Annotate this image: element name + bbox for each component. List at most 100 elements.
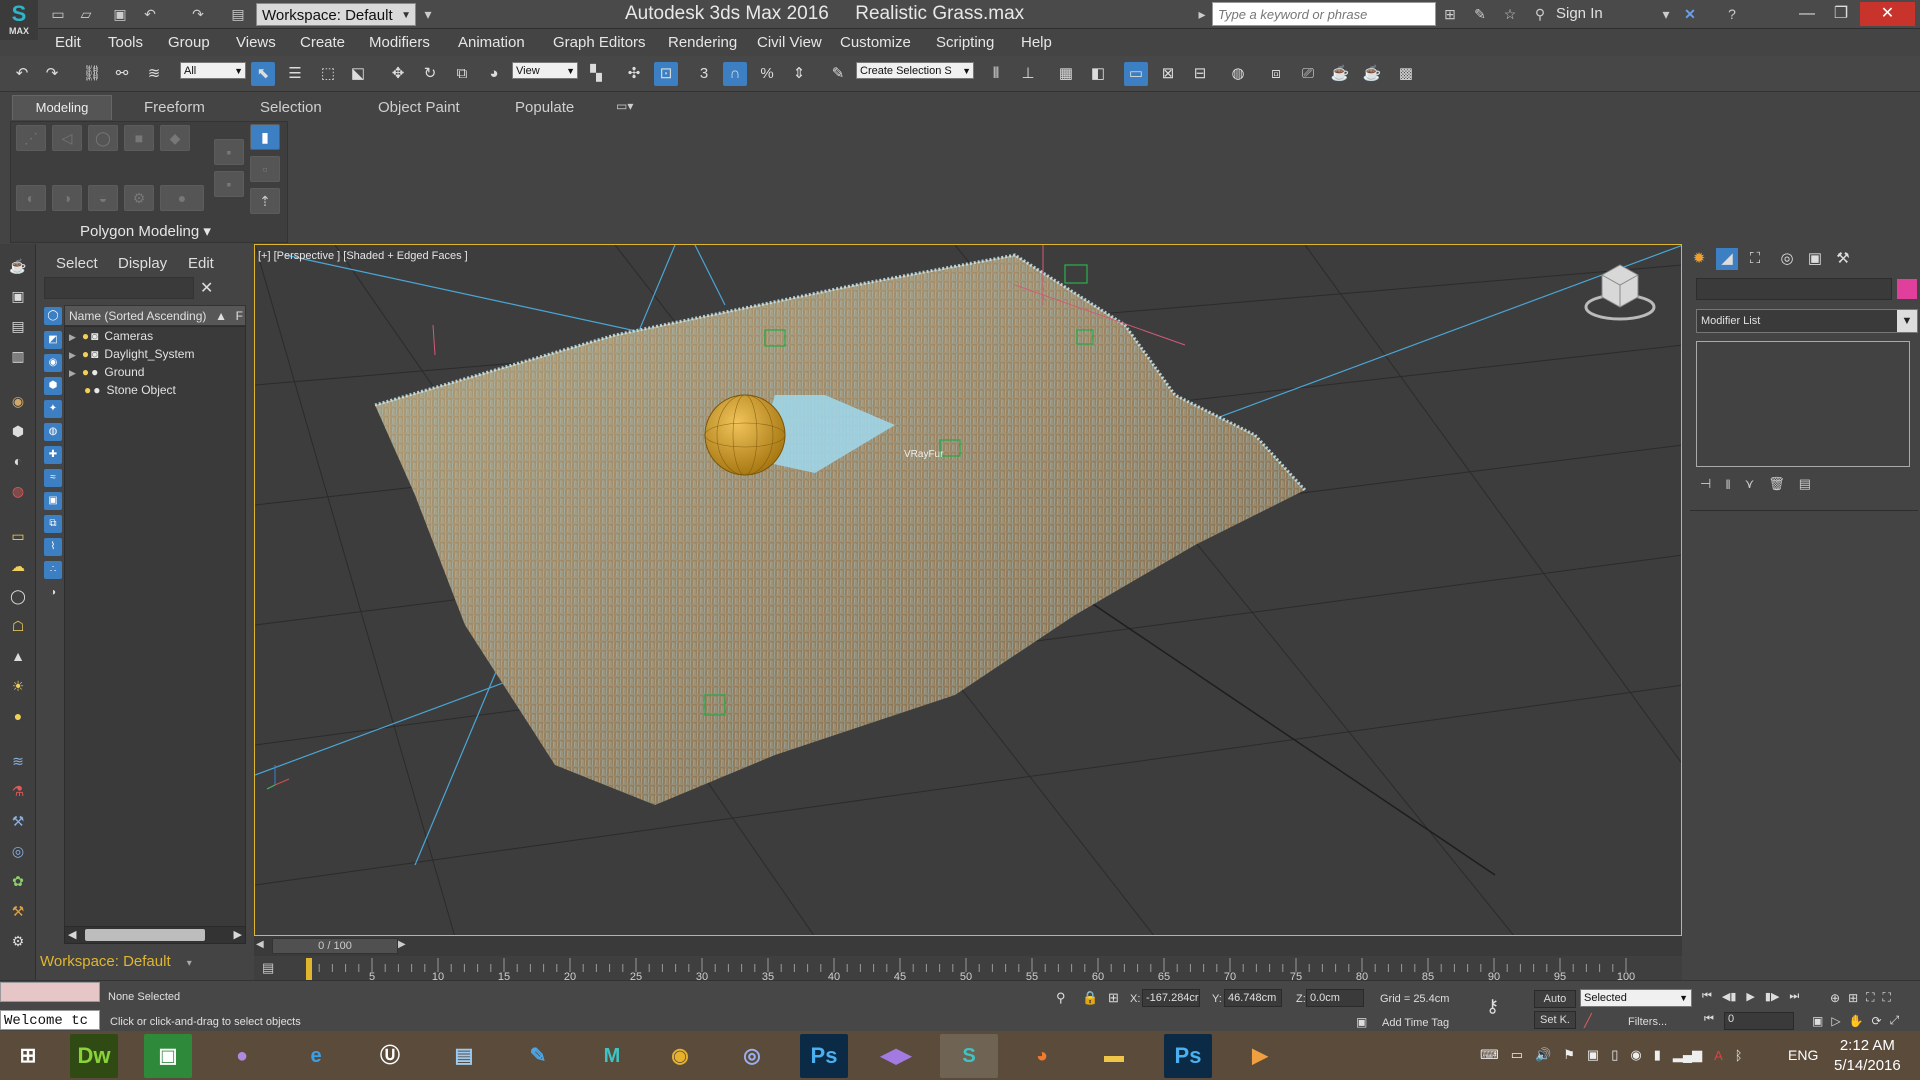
menu-graph-editors[interactable]: Graph Editors [553,34,646,51]
groups-filter-icon[interactable]: ◯ [6,585,30,607]
menu-tools[interactable]: Tools [108,34,143,51]
adobe-tray-icon[interactable]: A [1714,1048,1723,1063]
internet-explorer-icon[interactable]: e [292,1034,340,1078]
absolute-mode-icon[interactable]: ⊞ [1108,990,1119,1006]
new-scene-icon[interactable]: ▭ [48,4,68,24]
input-language[interactable]: ENG [1788,1047,1818,1063]
collapse-stack-icon[interactable]: ⇡ [250,188,280,214]
time-slider-thumb[interactable]: 0 / 100 [272,938,398,954]
ignore-backfacing-icon[interactable]: ▮ [250,124,280,150]
lightbulb-icon[interactable]: ● [82,347,89,361]
mini-curve-editor-icon[interactable]: ▤ [262,960,274,976]
keyboard-tray-icon[interactable]: ⌨ [1480,1047,1499,1063]
time-tag-icon[interactable]: ▣ [1356,1015,1367,1029]
explorer-horizontal-scrollbar[interactable]: ◀ ▶ [64,926,246,944]
expand-arrow-icon[interactable]: ▶ [69,332,76,342]
utilities-tab-icon[interactable]: ⚒ [1832,248,1854,270]
menu-customize[interactable]: Customize [840,34,911,51]
add-time-tag-button[interactable]: Add Time Tag [1382,1017,1449,1029]
toggle-command-panel-icon[interactable]: ⚙ [124,185,154,211]
shapes-filter-icon[interactable]: ⬢ [6,420,30,442]
time-slider[interactable] [254,936,1682,956]
object-color-swatch[interactable] [1897,279,1917,299]
geometry-filter-icon[interactable]: ◉ [6,390,30,412]
explorer-menu-edit[interactable]: Edit [188,255,214,272]
particle-filter-icon[interactable]: ▲ [6,645,30,667]
usb-icon[interactable]: ▯ [1611,1047,1618,1063]
user-icon[interactable]: ⚲ [1530,4,1550,24]
zoom-extents-all-icon[interactable]: ⛶ [1883,990,1891,1005]
schematic-view-icon[interactable]: ⊟ [1188,62,1212,86]
redo-icon[interactable]: ↷ [188,4,208,24]
scrollbar-thumb[interactable] [85,929,205,941]
play-icon[interactable]: ▶ [1746,990,1754,1003]
explorer-menu-display[interactable]: Display [118,255,167,272]
select-and-move-icon[interactable]: ✥ [386,62,410,86]
zoom-all-icon[interactable]: ⊞ [1848,991,1858,1005]
render-setup-icon[interactable]: ⧈ [1264,62,1288,86]
hammer-icon[interactable]: ⚒ [6,900,30,922]
nvidia-icon[interactable]: ▣ [1587,1047,1599,1063]
isolate-selection-icon[interactable]: ⚲ [1056,990,1066,1006]
invert-display-icon[interactable]: ◑ [44,584,62,602]
named-selection-select[interactable]: Create Selection S ▼ [856,62,974,79]
chrome-icon[interactable]: ◉ [656,1034,704,1078]
element-subobject-icon[interactable]: ◆ [160,125,190,151]
menu-group[interactable]: Group [168,34,210,51]
display-none-icon[interactable]: ◯ [44,307,62,325]
time-config-icon[interactable]: ▣ [1812,1014,1823,1028]
exchange-apps-icon[interactable]: ✕ [1680,4,1700,24]
object-name-field[interactable] [1696,278,1892,300]
tab-selection[interactable]: Selection [260,99,322,116]
modifier-icon[interactable]: ≋ [6,750,30,772]
perspective-viewport[interactable] [254,244,1682,936]
time-slider-prev-icon[interactable]: ◀ [256,939,264,950]
display-geometry-icon[interactable]: ◉ [44,354,62,372]
photoshop-icon-2[interactable]: Ps [1164,1034,1212,1078]
select-and-place-icon[interactable]: ◕ [482,62,506,86]
time-slider-next-icon[interactable]: ▶ [398,939,406,950]
tab-populate[interactable]: Populate [515,99,574,116]
spinner-snap-icon[interactable]: ⇕ [787,62,811,86]
menu-scripting[interactable]: Scripting [936,34,994,51]
globe-icon[interactable]: ◎ [6,840,30,862]
maximize-viewport-icon[interactable]: ⤢ [1890,1013,1900,1028]
steam-icon[interactable]: ◉ [1630,1047,1641,1063]
orb-app-icon[interactable]: ● [218,1034,266,1078]
orbit-icon[interactable]: ⟳ [1872,1014,1882,1028]
viewport-label-menu[interactable]: [+] [Perspective ] [Shaded + Edged Faces… [258,250,468,262]
workspace-select[interactable]: Workspace: Default ▼ [256,3,416,26]
ribbon-toggle-icon[interactable]: ▭ [1124,62,1148,86]
select-and-link-icon[interactable]: ⛓ [80,62,104,86]
ribbon-options-icon[interactable]: ▭▾ [616,99,633,113]
help-icon[interactable]: ? [1722,4,1742,24]
lightbulb-icon[interactable]: ● [84,383,91,397]
angle-snap-toggle-icon[interactable]: ∩ [723,62,747,86]
display-cameras-icon[interactable]: ◍ [44,423,62,441]
display-lights-icon[interactable]: ✦ [44,400,62,418]
key-icon[interactable]: ⚷ [1486,996,1499,1017]
key-mode-toggle-icon[interactable]: ⏮ [1704,1013,1714,1026]
manage-layers-icon[interactable]: ▦ [1054,62,1078,86]
maxscript-listener-input[interactable] [0,982,100,1002]
layer-explorer-icon[interactable]: ▥ [6,345,30,367]
file-explorer-icon[interactable]: ▬ [1090,1034,1138,1078]
expand-arrow-icon[interactable]: ▶ [69,368,76,378]
set-key-button[interactable]: Set K. [1534,1011,1576,1029]
bluetooth-icon[interactable]: ᛒ [1735,1048,1743,1063]
network-app-icon[interactable]: ▤ [440,1034,488,1078]
teapot-icon[interactable]: ☕ [6,255,30,277]
volume-icon[interactable]: 🔊 [1535,1047,1551,1063]
rendered-frame-window-icon[interactable]: ⎚ [1296,62,1320,86]
signal-icon[interactable]: ▂▄▆ [1673,1047,1702,1063]
undo-icon[interactable]: ↶ [10,62,34,86]
open-file-icon[interactable]: ▱ [76,4,96,24]
tree-item-stone-object[interactable]: ● ● Stone Object [65,381,245,399]
next-modifier-icon[interactable]: ◒ [88,185,118,211]
show-end-result-icon[interactable]: ▫ [250,156,280,182]
mirror-icon[interactable]: ⫴ [984,62,1008,86]
sun-icon[interactable]: ☀ [6,675,30,697]
pen-app-icon[interactable]: ✎ [514,1034,562,1078]
menu-views[interactable]: Views [236,34,276,51]
display-helpers-icon[interactable]: ✚ [44,446,62,464]
